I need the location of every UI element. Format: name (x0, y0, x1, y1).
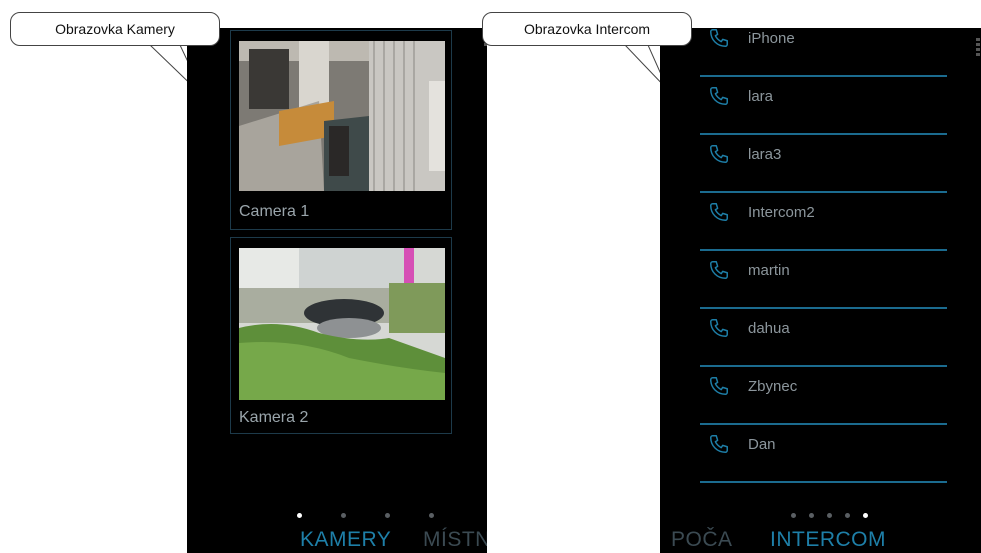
contact-name: Dan (748, 436, 776, 453)
page-dot[interactable] (429, 513, 434, 518)
intercom-contact-item[interactable]: martin (700, 250, 947, 309)
phone-icon (710, 261, 728, 279)
camera-tile[interactable]: Camera 1 (230, 30, 452, 230)
phone-icon (710, 203, 728, 221)
intercom-contact-item[interactable]: Zbynec (700, 366, 947, 425)
contact-name: Intercom2 (748, 204, 815, 221)
camera-feed-image (239, 41, 445, 191)
page-dot[interactable] (863, 513, 868, 518)
page-dot[interactable] (791, 513, 796, 518)
tab-mistnosti[interactable]: MÍSTN (423, 528, 487, 552)
phone-icon (710, 87, 728, 105)
phone-icon (710, 435, 728, 453)
contact-name: dahua (748, 320, 790, 337)
camera-label: Kamera 2 (239, 409, 309, 426)
contact-name: lara (748, 88, 774, 105)
page-dot[interactable] (385, 513, 390, 518)
page-dot[interactable] (297, 513, 302, 518)
intercom-contact-item[interactable]: Dan (700, 424, 947, 483)
callout-camera-screen: Obrazovka Kamery (10, 12, 220, 46)
contact-name: iPhone (748, 30, 795, 47)
tab-intercom[interactable]: INTERCOM (770, 528, 886, 552)
contact-name: martin (748, 262, 790, 279)
contact-name: Zbynec (748, 378, 798, 395)
callout-text: Obrazovka Kamery (55, 21, 175, 37)
phone-icon (710, 29, 728, 47)
camera-label: Camera 1 (239, 203, 310, 220)
contact-name: lara3 (748, 146, 782, 163)
camera-feed-image (239, 248, 445, 400)
phone-icon (710, 319, 728, 337)
callout-intercom-screen: Obrazovka Intercom (482, 12, 692, 46)
intercom-screen: iPhone lara lara3 Intercom2 martin dahua Zbyne… (660, 28, 981, 553)
overflow-menu-icon[interactable] (976, 38, 980, 58)
intercom-contact-item[interactable]: lara (700, 76, 947, 135)
intercom-contact-item[interactable]: iPhone (700, 28, 947, 77)
intercom-contact-item[interactable]: lara3 (700, 134, 947, 193)
page-dot[interactable] (845, 513, 850, 518)
tab-pocasi[interactable]: POČA (671, 528, 733, 552)
page-indicator (791, 513, 868, 518)
camera-screen: Camera 1 Kamera 2 KAMERY MÍSTN (187, 28, 487, 553)
page-dot[interactable] (827, 513, 832, 518)
intercom-contact-item[interactable]: dahua (700, 308, 947, 367)
page-dot[interactable] (809, 513, 814, 518)
camera-tile[interactable]: Kamera 2 (230, 237, 452, 434)
intercom-contact-item[interactable]: Intercom2 (700, 192, 947, 251)
page-dot[interactable] (341, 513, 346, 518)
tab-kamery[interactable]: KAMERY (300, 528, 391, 552)
phone-icon (710, 145, 728, 163)
callout-text: Obrazovka Intercom (523, 21, 651, 37)
phone-icon (710, 377, 728, 395)
page-indicator (297, 513, 434, 518)
